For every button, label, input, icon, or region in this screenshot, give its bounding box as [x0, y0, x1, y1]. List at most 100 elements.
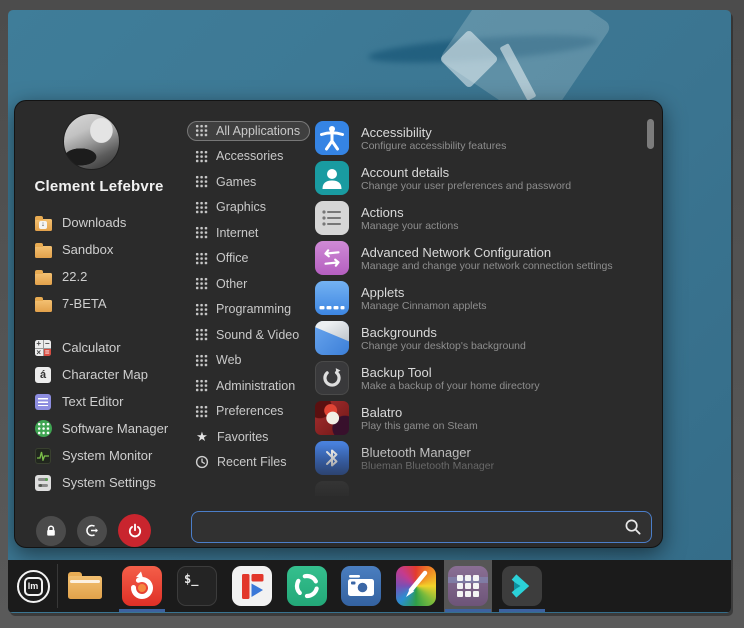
- app-balatro[interactable]: Balatro Play this game on Steam: [315, 398, 651, 438]
- menu-button[interactable]: lm: [14, 567, 52, 605]
- app-applets[interactable]: Applets Manage Cinnamon applets: [315, 278, 651, 318]
- category-administration[interactable]: Administration: [187, 373, 315, 399]
- accessibility-icon: [315, 121, 349, 155]
- cinnamon-menu: Clement Lefebvre ↓ Downloads Sandbox 22.…: [14, 100, 663, 548]
- screenshot-launcher[interactable]: [341, 566, 381, 606]
- lock-button[interactable]: [36, 516, 66, 546]
- sidebar-item-system-settings[interactable]: System Settings: [15, 469, 193, 496]
- running-indicator-tabby: [499, 609, 545, 612]
- category-recent-files[interactable]: Recent Files: [187, 450, 315, 476]
- app-account-details[interactable]: Account details Change your user prefere…: [315, 158, 651, 198]
- bluetooth-icon: [315, 441, 349, 475]
- backgrounds-icon: [315, 321, 349, 355]
- search-input[interactable]: [191, 511, 652, 543]
- place-22-2[interactable]: 22.2: [15, 263, 193, 290]
- tools-list: +−×= Calculator á Character Map Text Edi…: [15, 334, 193, 496]
- category-sound-video[interactable]: Sound & Video: [187, 322, 315, 348]
- app-list-scrollbar[interactable]: [647, 119, 654, 149]
- grid-icon: [195, 226, 208, 239]
- place-downloads[interactable]: ↓ Downloads: [15, 209, 193, 236]
- app-backgrounds[interactable]: Backgrounds Change your desktop's backgr…: [315, 318, 651, 358]
- star-icon: ★: [195, 430, 209, 443]
- grid-icon: [195, 277, 208, 290]
- sidebar-item-software-manager[interactable]: Software Manager: [15, 415, 193, 442]
- category-all-applications[interactable]: All Applications: [187, 118, 315, 144]
- search-bar: [191, 511, 652, 543]
- sidebar-item-text-editor[interactable]: Text Editor: [15, 388, 193, 415]
- folder-icon: [34, 268, 52, 286]
- power-icon: [127, 523, 143, 539]
- system-settings-icon: [34, 474, 52, 492]
- terminal-launcher[interactable]: $_: [177, 566, 217, 606]
- folder-icon: [34, 295, 52, 313]
- grid-icon: [195, 124, 208, 137]
- sidebar-item-calculator[interactable]: +−×= Calculator: [15, 334, 193, 361]
- place-7-beta[interactable]: 7-BETA: [15, 290, 193, 317]
- running-indicator-webapp-grid: [445, 609, 491, 612]
- flathub-icon: [232, 566, 272, 606]
- lock-icon: [44, 524, 58, 538]
- tabby-terminal-launcher[interactable]: [502, 566, 542, 606]
- downloads-folder-icon: ↓: [34, 214, 52, 232]
- firefox-icon: [122, 566, 162, 606]
- category-preferences[interactable]: Preferences: [187, 399, 315, 425]
- teal-arrow-icon: [502, 566, 542, 606]
- folder-icon: [34, 241, 52, 259]
- grid-icon: [195, 201, 208, 214]
- shutdown-button[interactable]: [118, 514, 151, 547]
- sync-app-launcher[interactable]: [287, 566, 327, 606]
- camera-icon: [341, 566, 381, 606]
- clock-icon: [195, 455, 209, 469]
- webapp-grid-launcher[interactable]: [448, 566, 488, 606]
- category-graphics[interactable]: Graphics: [187, 195, 315, 221]
- category-favorites[interactable]: ★Favorites: [187, 424, 315, 450]
- actions-icon: [315, 201, 349, 235]
- mint-logo-icon: lm: [17, 570, 50, 603]
- grid-icon: [195, 379, 208, 392]
- backup-icon: [315, 361, 349, 395]
- application-list: Accessibility Configure accessibility fe…: [315, 118, 651, 496]
- app-accessibility[interactable]: Accessibility Configure accessibility fe…: [315, 118, 651, 158]
- desktop[interactable]: Clement Lefebvre ↓ Downloads Sandbox 22.…: [8, 10, 731, 613]
- logout-icon: [85, 523, 100, 538]
- user-name: Clement Lefebvre: [15, 178, 183, 195]
- category-internet[interactable]: Internet: [187, 220, 315, 246]
- applets-icon: [315, 281, 349, 315]
- category-other[interactable]: Other: [187, 271, 315, 297]
- sync-arrows-icon: [287, 566, 327, 606]
- session-buttons: [36, 514, 151, 547]
- logout-button[interactable]: [77, 516, 107, 546]
- app-actions[interactable]: Actions Manage your actions: [315, 198, 651, 238]
- drawing-app-launcher[interactable]: [396, 566, 436, 606]
- user-avatar[interactable]: [63, 113, 120, 170]
- sidebar-item-system-monitor[interactable]: System Monitor: [15, 442, 193, 469]
- place-sandbox[interactable]: Sandbox: [15, 236, 193, 263]
- taskbar: lm $_: [8, 560, 731, 612]
- grid-icon: [195, 175, 208, 188]
- terminal-icon: $_: [184, 572, 198, 586]
- category-accessories[interactable]: Accessories: [187, 144, 315, 170]
- app-bluetooth-manager[interactable]: Bluetooth Manager Blueman Bluetooth Mana…: [315, 438, 651, 478]
- network-arrows-icon: [315, 241, 349, 275]
- category-programming[interactable]: Programming: [187, 297, 315, 323]
- flathub-launcher[interactable]: [232, 566, 272, 606]
- running-indicator-firefox: [119, 609, 165, 612]
- partial-next-app-icon: [315, 481, 349, 496]
- app-advanced-network-configuration[interactable]: Advanced Network Configuration Manage an…: [315, 238, 651, 278]
- grid-icon: [195, 150, 208, 163]
- category-games[interactable]: Games: [187, 169, 315, 195]
- app-backup-tool[interactable]: Backup Tool Make a backup of your home d…: [315, 358, 651, 398]
- grid-icon: [195, 303, 208, 316]
- account-icon: [315, 161, 349, 195]
- sidebar-item-character-map[interactable]: á Character Map: [15, 361, 193, 388]
- category-office[interactable]: Office: [187, 246, 315, 272]
- places-list: ↓ Downloads Sandbox 22.2 7-BETA: [15, 209, 193, 317]
- balatro-icon: [315, 401, 349, 435]
- category-list: All Applications Accessories Games Graph…: [187, 118, 315, 475]
- grid-icon: [195, 354, 208, 367]
- category-web[interactable]: Web: [187, 348, 315, 374]
- file-manager-launcher[interactable]: [68, 572, 102, 599]
- firefox-launcher[interactable]: [122, 566, 162, 606]
- character-map-icon: á: [34, 366, 52, 384]
- paint-brush-icon: [396, 566, 436, 606]
